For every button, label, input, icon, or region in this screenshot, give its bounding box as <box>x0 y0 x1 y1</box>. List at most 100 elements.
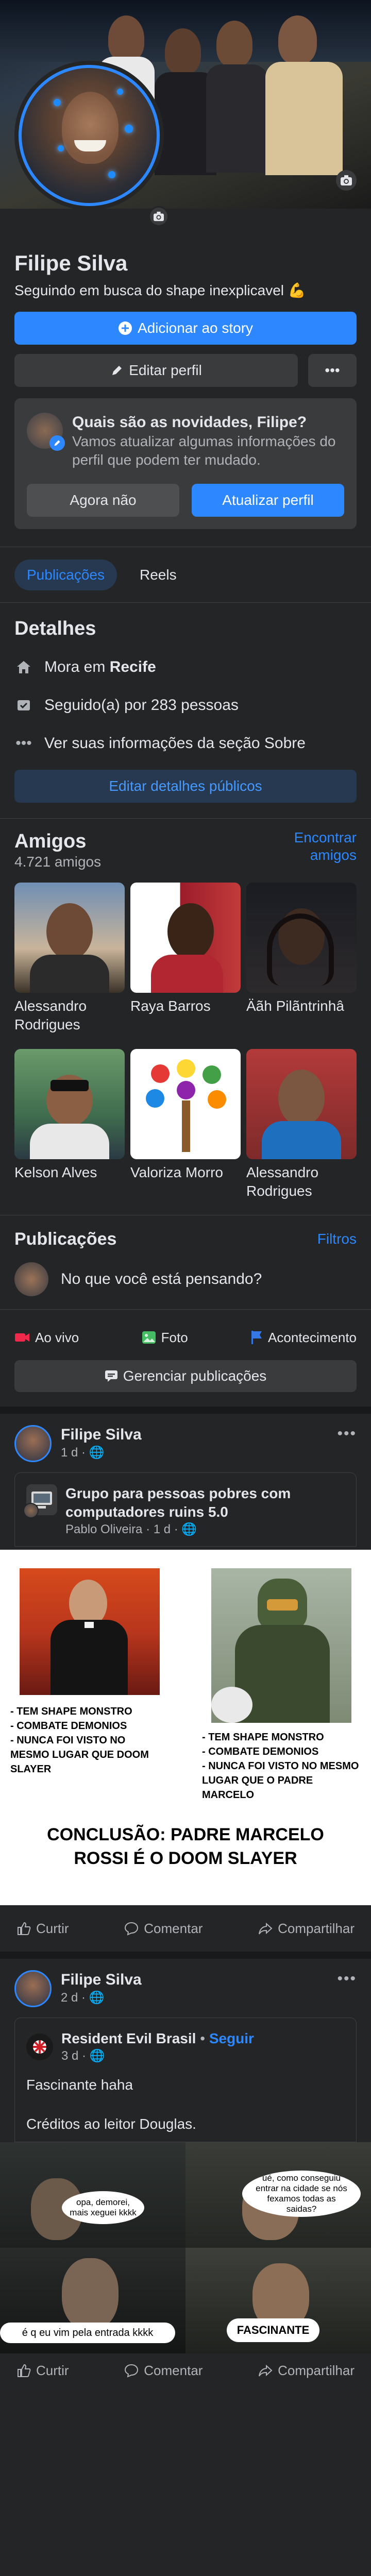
friend-card[interactable]: Raya Barros <box>130 883 241 1043</box>
friend-name[interactable]: Äãh Pilãntrinhâ <box>246 997 357 1043</box>
photo-icon <box>142 1331 156 1344</box>
lives-city[interactable]: Recife <box>110 658 156 675</box>
camera-icon <box>154 211 164 222</box>
like-label: Curtir <box>36 1920 69 1936</box>
like-button[interactable]: Curtir <box>16 1921 69 1937</box>
friend-card[interactable]: Äãh Pilãntrinhâ <box>246 883 357 1043</box>
publications-title: Publicações <box>14 1229 117 1249</box>
friends-title: Amigos <box>14 831 87 852</box>
detail-followers[interactable]: Seguido(a) por 283 pessoas <box>14 686 357 724</box>
filters-link[interactable]: Filtros <box>317 1231 357 1247</box>
profile-name: Filipe Silva <box>14 251 128 275</box>
friend-card[interactable]: Valoriza Morro <box>130 1049 241 1210</box>
friends-section: Amigos 4.721 amigos Encontrar amigos Ale… <box>0 818 371 1210</box>
post: Filipe Silva 2 d · 🌐 ••• Resident Evil B… <box>0 1959 371 2387</box>
pencil-icon <box>112 366 122 375</box>
friend-photo[interactable] <box>130 1049 241 1159</box>
details-title: Detalhes <box>14 618 96 639</box>
manage-posts-button[interactable]: Gerenciar publicações <box>14 1360 357 1392</box>
post-options-button[interactable]: ••• <box>337 1970 357 1988</box>
friend-name[interactable]: Raya Barros <box>130 997 241 1043</box>
page-name[interactable]: Resident Evil Brasil <box>61 2030 196 2046</box>
group-avatar[interactable] <box>23 1484 57 1518</box>
post-author[interactable]: Filipe Silva <box>61 1425 142 1445</box>
more-options-button[interactable]: ••• <box>308 354 357 387</box>
post-actions: Curtir Comentar Compartilhar <box>0 2353 371 2387</box>
more-icon: ••• <box>325 362 340 378</box>
update-card-text: Vamos atualizar algumas informações do p… <box>72 433 336 468</box>
umbrella-logo-icon <box>33 2040 46 2054</box>
friend-photo[interactable] <box>14 1049 125 1159</box>
meme-conclusion: CONCLUSÃO: PADRE MARCELO ROSSI É O DOOM … <box>47 1825 324 1868</box>
camera-icon <box>341 175 352 185</box>
friend-name[interactable]: Alessandro Rodrigues <box>14 997 125 1043</box>
avatar[interactable] <box>14 1425 52 1462</box>
friend-photo[interactable] <box>246 883 357 993</box>
live-button[interactable]: Ao vivo <box>14 1330 79 1346</box>
edit-profile-button[interactable]: Editar perfil <box>14 354 298 387</box>
group-name[interactable]: Grupo para pessoas pobres com computador… <box>65 1484 345 1521</box>
friend-name[interactable]: Alessandro Rodrigues <box>246 1163 357 1210</box>
share-icon <box>259 2364 273 2377</box>
page-avatar[interactable] <box>26 2033 53 2060</box>
profile-bio: Seguindo em busca do shape inexplicavel … <box>14 282 306 298</box>
like-button[interactable]: Curtir <box>16 2363 69 2379</box>
post-text: Fascinante haha <box>26 2077 133 2093</box>
group-post-meta: Pablo Oliveira · 1 d · 🌐 <box>65 1522 197 1536</box>
post-image[interactable]: opa, demorei, mais xeguei kkkk ué, como … <box>0 2142 371 2353</box>
photo-button[interactable]: Foto <box>142 1330 188 1346</box>
tab-publicacoes[interactable]: Publicações <box>14 559 117 590</box>
speech-bubble: opa, demorei, mais xeguei kkkk <box>62 2191 144 2224</box>
post-credits: Créditos ao leitor Douglas. <box>26 2116 196 2132</box>
update-profile-button[interactable]: Atualizar perfil <box>192 484 344 517</box>
post-options-button[interactable]: ••• <box>337 1425 357 1443</box>
details-section: Detalhes Mora em Recife Seguido(a) por 2… <box>0 602 371 803</box>
event-button[interactable]: Acontecimento <box>250 1330 357 1346</box>
add-story-button[interactable]: Adicionar ao story <box>14 312 357 345</box>
edit-cover-button[interactable] <box>336 170 357 191</box>
tab-reels[interactable]: Reels <box>127 560 189 590</box>
post-meta: 1 d · 🌐 <box>61 1446 105 1460</box>
friend-name[interactable]: Kelson Alves <box>14 1163 125 1210</box>
followers-icon <box>14 698 33 713</box>
friend-card[interactable]: Alessandro Rodrigues <box>246 1049 357 1210</box>
share-button[interactable]: Compartilhar <box>258 2363 355 2379</box>
doom-slayer-photo <box>211 1568 351 1723</box>
comment-button[interactable]: Comentar <box>124 2363 203 2379</box>
friends-grid: Alessandro Rodrigues Raya Barros Äãh Pil… <box>14 883 357 1210</box>
meme-left-caption: - TEM SHAPE MONSTRO - COMBATE DEMONIOS -… <box>10 1706 149 1775</box>
priest-photo <box>20 1568 160 1695</box>
friend-photo[interactable] <box>14 883 125 993</box>
friend-photo[interactable] <box>246 1049 357 1159</box>
page-post-meta: 3 d · 🌐 <box>61 2049 105 2063</box>
post: Filipe Silva 1 d · 🌐 ••• Grupo para pess… <box>0 1414 371 1952</box>
avatar[interactable] <box>14 1970 52 2007</box>
add-story-label: Adicionar ao story <box>137 320 254 336</box>
share-button[interactable]: Compartilhar <box>258 1921 355 1937</box>
friend-photo[interactable] <box>130 883 241 993</box>
flag-icon <box>251 1331 262 1344</box>
follow-button[interactable]: Seguir <box>209 2030 254 2046</box>
friend-card[interactable]: Kelson Alves <box>14 1049 125 1210</box>
edit-public-details-button[interactable]: Editar detalhes públicos <box>14 770 357 803</box>
friend-name[interactable]: Valoriza Morro <box>130 1163 241 1210</box>
avatar <box>23 1503 39 1518</box>
composer-placeholder[interactable]: No que você está pensando? <box>61 1270 262 1288</box>
comment-button[interactable]: Comentar <box>124 1921 203 1937</box>
post-author[interactable]: Filipe Silva <box>61 1970 142 1990</box>
not-now-button[interactable]: Agora não <box>27 484 179 517</box>
edit-profile-label: Editar perfil <box>129 362 202 378</box>
edit-avatar-button[interactable] <box>148 206 169 227</box>
speech-bubble: ué, como conseguiu entrar na cidade se n… <box>242 2171 361 2217</box>
post-composer[interactable]: No que você está pensando? <box>0 1259 371 1300</box>
share-label: Compartilhar <box>278 1920 355 1936</box>
profile-avatar[interactable] <box>14 61 164 210</box>
profile-update-card: Quais são as novidades, Filipe? Vamos at… <box>14 398 357 529</box>
thumbs-up-icon <box>18 2364 31 2377</box>
post-image[interactable]: - TEM SHAPE MONSTRO - COMBATE DEMONIOS -… <box>0 1550 371 1905</box>
live-video-icon <box>15 1333 29 1342</box>
find-friends-link[interactable]: Encontrar amigos <box>269 829 357 864</box>
detail-about[interactable]: ••• Ver suas informações da seção Sobre <box>14 724 357 762</box>
profile-tabs: Publicações Reels <box>0 547 371 602</box>
friend-card[interactable]: Alessandro Rodrigues <box>14 883 125 1043</box>
